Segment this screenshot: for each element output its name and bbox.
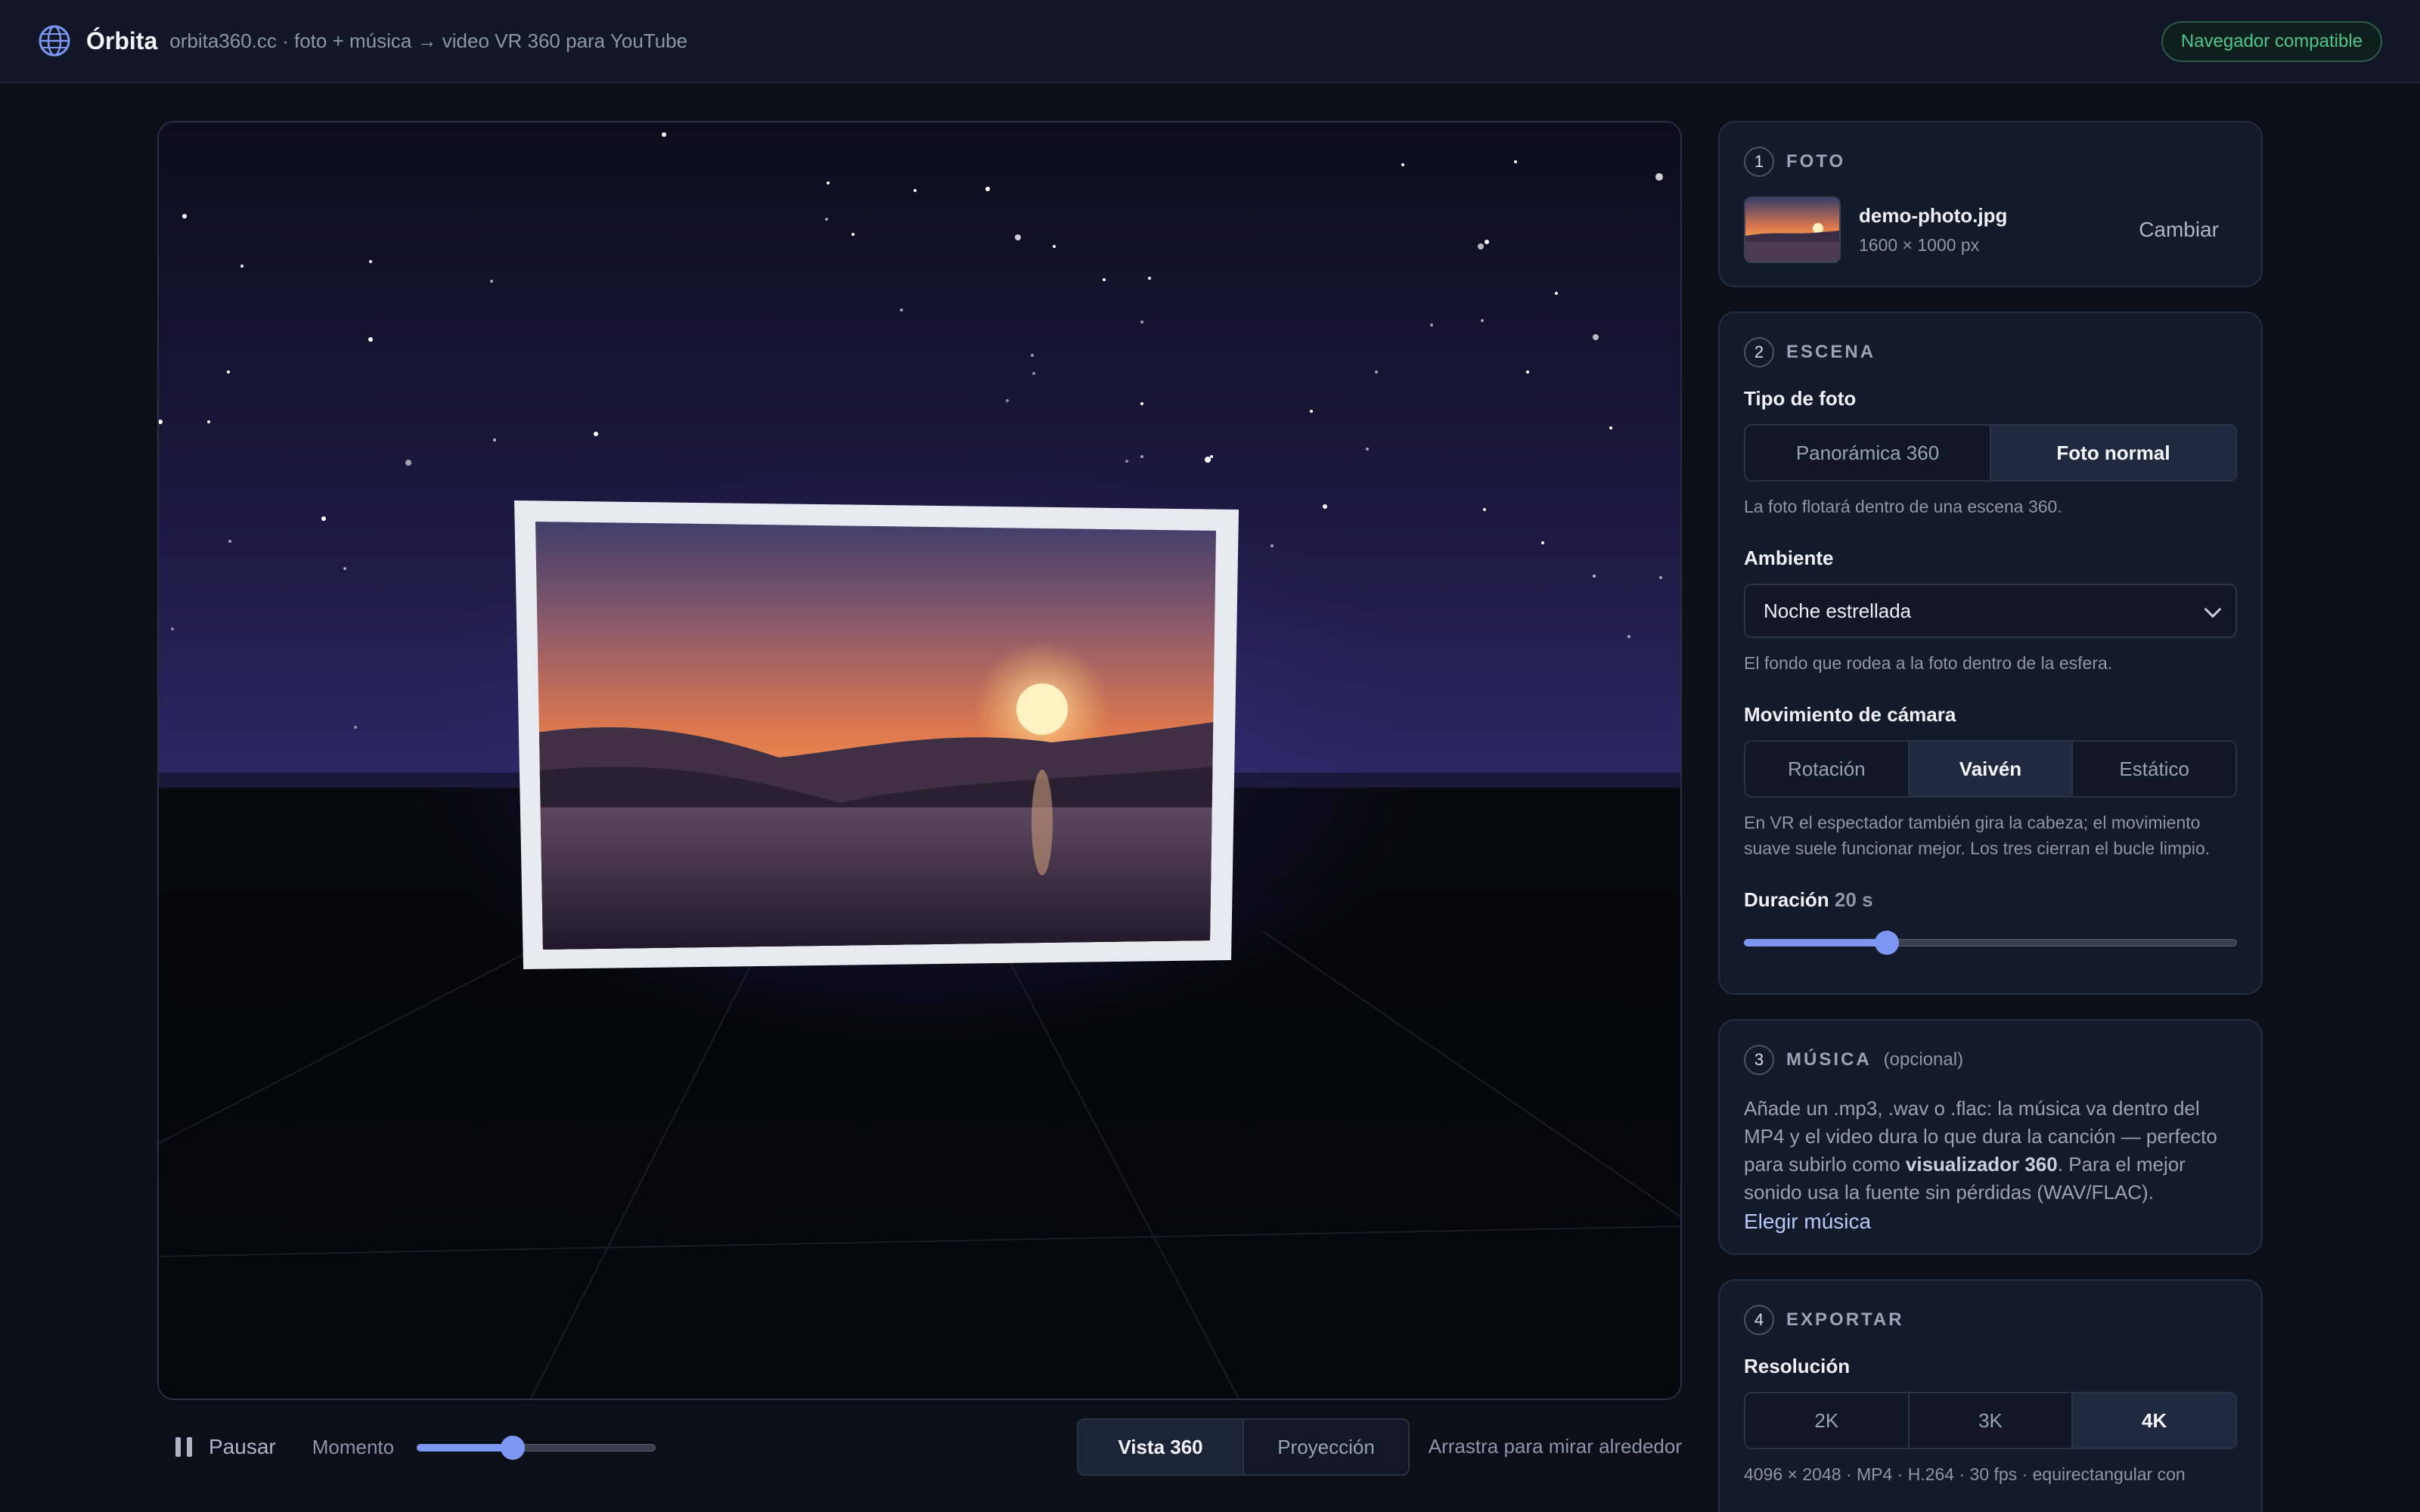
- photo-file-name: demo-photo.jpg: [1859, 204, 2008, 227]
- camera-movement-toggle: Rotación Vaivén Estático: [1744, 740, 2237, 798]
- app-title: Órbita: [86, 26, 158, 54]
- photo-type-toggle: Panorámica 360 Foto normal: [1744, 424, 2237, 482]
- ambient-hint: El fondo que rodea a la foto dentro de l…: [1744, 653, 2113, 673]
- photo-type-hint: La foto flotará dentro de una escena 360…: [1744, 497, 2062, 516]
- duration-value: 20 s: [1834, 888, 1873, 911]
- step-title: FOTO: [1786, 151, 1846, 172]
- tab-proyeccion[interactable]: Proyección: [1243, 1420, 1408, 1474]
- photo-type-label: Tipo de foto: [1744, 387, 1857, 410]
- vr-scene: [159, 122, 1680, 1399]
- export-info: 4096 × 2048 · MP4 · H.264 · 30 fps · equ…: [1744, 1464, 2186, 1484]
- step-title: EXPORTAR: [1786, 1309, 1904, 1330]
- option-panoramica-360[interactable]: Panorámica 360: [1745, 426, 1990, 480]
- globe-icon: [39, 25, 70, 57]
- ambient-select[interactable]: Noche estrellada: [1744, 584, 2237, 638]
- photo-card: 1 FOTO demo-photo.jpg 1600 × 1000 px Cam…: [1718, 121, 2263, 287]
- duration-label-row: Duración 20 s: [1744, 888, 2237, 912]
- step-number: 4: [1744, 1305, 1774, 1335]
- option-foto-normal[interactable]: Foto normal: [1990, 426, 2235, 480]
- photo-dimensions: 1600 × 1000 px: [1859, 235, 1980, 255]
- camera-movement-label: Movimiento de cámara: [1744, 703, 1956, 726]
- option-vaiven[interactable]: Vaivén: [1907, 742, 2072, 796]
- photo-thumbnail: [1744, 197, 1841, 263]
- ambient-label: Ambiente: [1744, 547, 1834, 569]
- step-number: 1: [1744, 147, 1774, 177]
- tab-vista-360[interactable]: Vista 360: [1078, 1420, 1243, 1474]
- pause-button[interactable]: Pausar: [157, 1424, 294, 1470]
- step-number: 2: [1744, 337, 1774, 367]
- drag-hint: Arrastra para mirar alrededor: [1428, 1435, 1682, 1458]
- camera-hint: En VR el espectador también gira la cabe…: [1744, 813, 2211, 858]
- chevron-down-icon: [2204, 600, 2222, 618]
- app-subtitle: orbita360.cc · foto + música → video VR …: [169, 29, 688, 52]
- floating-photo: [514, 500, 1239, 969]
- option-rotacion[interactable]: Rotación: [1745, 742, 1908, 796]
- step-title: MÚSICA: [1786, 1049, 1872, 1070]
- view-mode-toggle: Vista 360 Proyección: [1077, 1418, 1410, 1476]
- compat-badge: Navegador compatible: [2161, 21, 2382, 62]
- step-title: ESCENA: [1786, 342, 1876, 362]
- optional-tag: (opcional): [1883, 1049, 1964, 1070]
- option-2k[interactable]: 2K: [1745, 1393, 1908, 1448]
- resolution-label: Resolución: [1744, 1355, 1851, 1377]
- pause-icon: [175, 1437, 192, 1457]
- resolution-toggle: 2K 3K 4K: [1744, 1392, 2237, 1449]
- ambient-selected-value: Noche estrellada: [1764, 599, 1912, 622]
- moment-slider[interactable]: [417, 1435, 656, 1460]
- pause-label: Pausar: [209, 1435, 276, 1458]
- preview-controls: Pausar Momento Vista 360 Proyección Arra…: [157, 1415, 1682, 1479]
- option-estatico[interactable]: Estático: [2071, 742, 2235, 796]
- music-description: Añade un .mp3, .wav o .flac: la música v…: [1744, 1097, 2217, 1204]
- vr-preview-viewport[interactable]: [157, 121, 1682, 1400]
- choose-music-link[interactable]: Elegir música: [1744, 1210, 1871, 1234]
- duration-slider[interactable]: [1744, 930, 2237, 955]
- app-header: Órbita orbita360.cc · foto + música → vi…: [0, 0, 2420, 83]
- export-card: 4 EXPORTAR Resolución 2K 3K 4K 4096 × 20…: [1718, 1279, 2263, 1512]
- option-3k[interactable]: 3K: [1907, 1393, 2072, 1448]
- moment-label: Momento: [312, 1435, 395, 1458]
- music-card: 3 MÚSICA (opcional) Añade un .mp3, .wav …: [1718, 1019, 2263, 1255]
- duration-label: Duración: [1744, 888, 1829, 911]
- option-4k[interactable]: 4K: [2071, 1393, 2235, 1448]
- step-number: 3: [1744, 1045, 1774, 1075]
- change-photo-button[interactable]: Cambiar: [2121, 210, 2237, 249]
- scene-card: 2 ESCENA Tipo de foto Panorámica 360 Fot…: [1718, 311, 2263, 995]
